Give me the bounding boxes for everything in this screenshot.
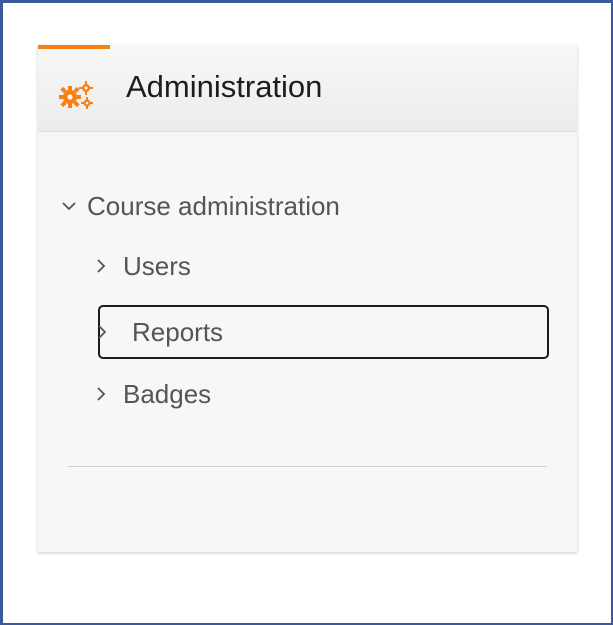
block-title: Administration <box>126 69 323 104</box>
tree-item-label: Users <box>123 251 191 281</box>
tree-item-reports[interactable]: Reports <box>98 305 549 359</box>
window-frame: Administration Course administration Use… <box>0 0 613 625</box>
chevron-right-icon <box>97 259 106 273</box>
chevron-right-icon <box>98 325 107 339</box>
divider <box>68 466 547 467</box>
block-header: Administration <box>38 49 577 132</box>
administration-block: Administration Course administration Use… <box>38 45 577 552</box>
chevron-down-icon <box>62 202 76 211</box>
tree-item-label: Course administration <box>87 191 340 221</box>
tree-item-badges[interactable]: Badges <box>91 378 211 410</box>
tree-item-course-administration[interactable]: Course administration <box>60 190 340 222</box>
gears-icon <box>59 81 93 109</box>
tree-item-label: Reports <box>132 317 224 347</box>
tree-item-users[interactable]: Users <box>91 250 191 282</box>
chevron-right-icon <box>97 387 106 401</box>
tree-item-label: Badges <box>123 379 212 409</box>
